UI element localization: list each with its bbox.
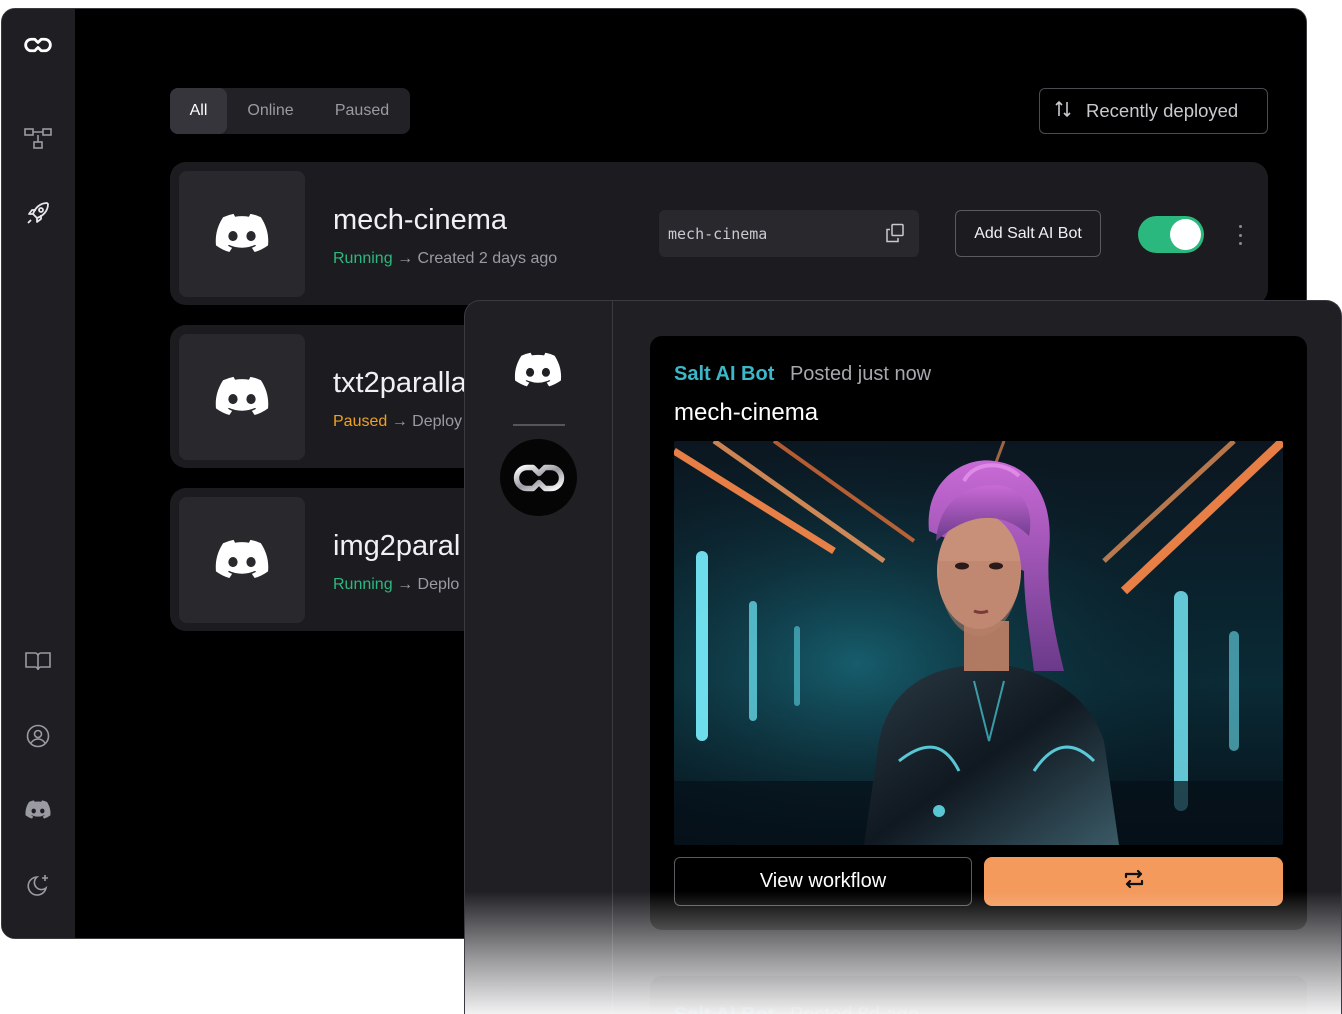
discord-home-icon[interactable] — [514, 352, 562, 394]
message-header: Salt AI Bot Posted just now — [674, 363, 931, 386]
deployment-status-line: Running → Created 2 days ago — [333, 250, 557, 268]
enable-toggle[interactable] — [1138, 216, 1204, 253]
arrow-right-icon: → — [391, 413, 408, 430]
arrow-right-icon: → — [397, 250, 414, 267]
deployment-card[interactable]: mech-cinema Running → Created 2 days ago… — [170, 162, 1268, 305]
arrow-right-icon: → — [397, 576, 414, 593]
book-icon[interactable] — [24, 647, 52, 675]
status-badge: Paused — [333, 413, 388, 430]
sort-arrows-icon — [1054, 100, 1072, 123]
more-options-icon[interactable] — [1236, 222, 1244, 248]
repeat-icon — [1123, 868, 1145, 895]
salt-logo-icon[interactable] — [24, 31, 52, 59]
message-time: Posted 8d ago — [790, 1004, 919, 1014]
message-time: Posted just now — [789, 363, 932, 385]
copy-icon[interactable] — [885, 223, 905, 247]
discord-icon[interactable] — [24, 796, 52, 824]
slug-field: mech-cinema — [659, 210, 919, 257]
salt-server-icon[interactable] — [500, 439, 577, 516]
message-header: Salt AI Bot Posted 8d ago — [674, 1004, 919, 1014]
divider — [513, 424, 565, 426]
view-workflow-button[interactable]: View workflow — [674, 857, 972, 906]
toggle-knob — [1170, 219, 1201, 250]
status-filter-tabs: All Online Paused — [170, 88, 410, 134]
deployment-name: img2paral — [333, 530, 461, 562]
sort-label: Recently deployed — [1086, 100, 1239, 121]
deployment-name: mech-cinema — [333, 204, 508, 236]
user-circle-icon[interactable] — [24, 722, 52, 750]
add-salt-bot-button[interactable]: Add Salt AI Bot — [955, 210, 1101, 257]
tab-paused[interactable]: Paused — [314, 88, 410, 134]
message-author[interactable]: Salt AI Bot — [674, 363, 774, 385]
tab-online[interactable]: Online — [227, 88, 314, 134]
deployment-name: txt2paralla — [333, 367, 467, 399]
deployment-status-line: Running → Deplo — [333, 576, 459, 594]
bot-message: Salt AI Bot Posted just now mech-cinema — [650, 336, 1307, 930]
status-badge: Running — [333, 250, 393, 267]
workflow-icon[interactable] — [24, 125, 52, 153]
deployment-status-line: Paused → Deploy — [333, 413, 462, 431]
bot-message: Salt AI Bot Posted 8d ago — [650, 976, 1307, 1014]
moon-star-icon[interactable] — [24, 871, 52, 899]
discord-logo-icon — [179, 497, 305, 623]
deployment-detail: Created 2 days ago — [417, 250, 558, 267]
rocket-icon[interactable] — [24, 199, 52, 227]
status-badge: Running — [333, 576, 393, 593]
deployment-detail: Deploy — [412, 413, 462, 430]
tab-all[interactable]: All — [170, 88, 227, 134]
sort-dropdown[interactable]: Recently deployed — [1039, 88, 1268, 134]
discord-server-rail — [465, 301, 613, 1014]
message-author[interactable]: Salt AI Bot — [674, 1004, 774, 1014]
discord-logo-icon — [179, 334, 305, 460]
slug-text: mech-cinema — [668, 224, 768, 243]
sidebar-rail — [2, 9, 75, 938]
message-title: mech-cinema — [674, 399, 819, 426]
discord-preview-panel: Salt AI Bot Posted just now mech-cinema — [464, 300, 1342, 1014]
deployment-detail: Deplo — [417, 576, 460, 593]
generated-image[interactable] — [674, 441, 1283, 845]
regenerate-button[interactable] — [984, 857, 1283, 906]
discord-logo-icon — [179, 171, 305, 297]
